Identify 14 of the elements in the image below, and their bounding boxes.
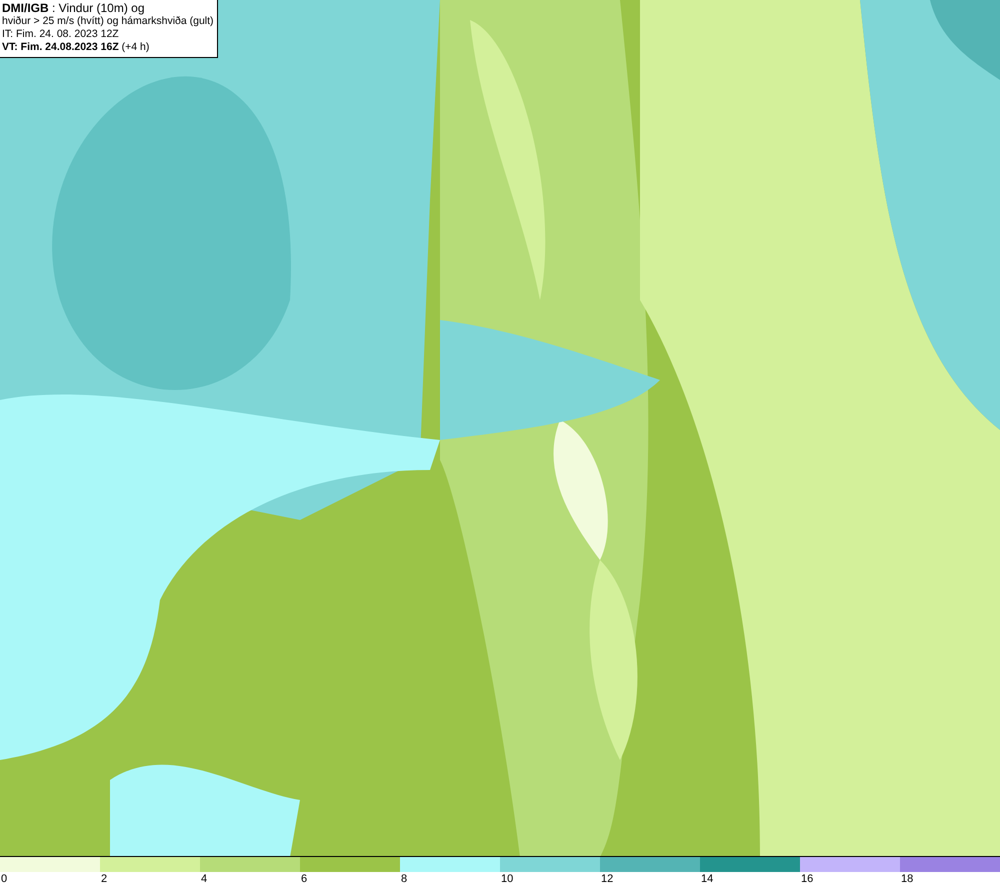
legend-label: 8 xyxy=(401,873,408,886)
caption-line: VT: Fim. 24.08.2023 16Z (+4 h) xyxy=(2,41,150,54)
caption-line: hviður > 25 m/s (hvítt) og hámarkshviða (gult) xyxy=(2,15,214,28)
legend-label: 6 xyxy=(301,873,308,886)
legend-label: 16 xyxy=(801,873,814,886)
legend-label: 4 xyxy=(201,873,208,886)
legend-label: 18 xyxy=(901,873,914,886)
legend-label: 0 xyxy=(1,873,8,886)
legend-label: 10 xyxy=(501,873,514,886)
caption-line: DMI/IGB : Vindur (10m) og xyxy=(2,2,146,15)
legend-label: 14 xyxy=(701,873,714,886)
caption-line: IT: Fim. 24. 08. 2023 12Z xyxy=(2,28,120,41)
legend-label: 12 xyxy=(601,873,614,886)
legend-label: 2 xyxy=(101,873,108,886)
